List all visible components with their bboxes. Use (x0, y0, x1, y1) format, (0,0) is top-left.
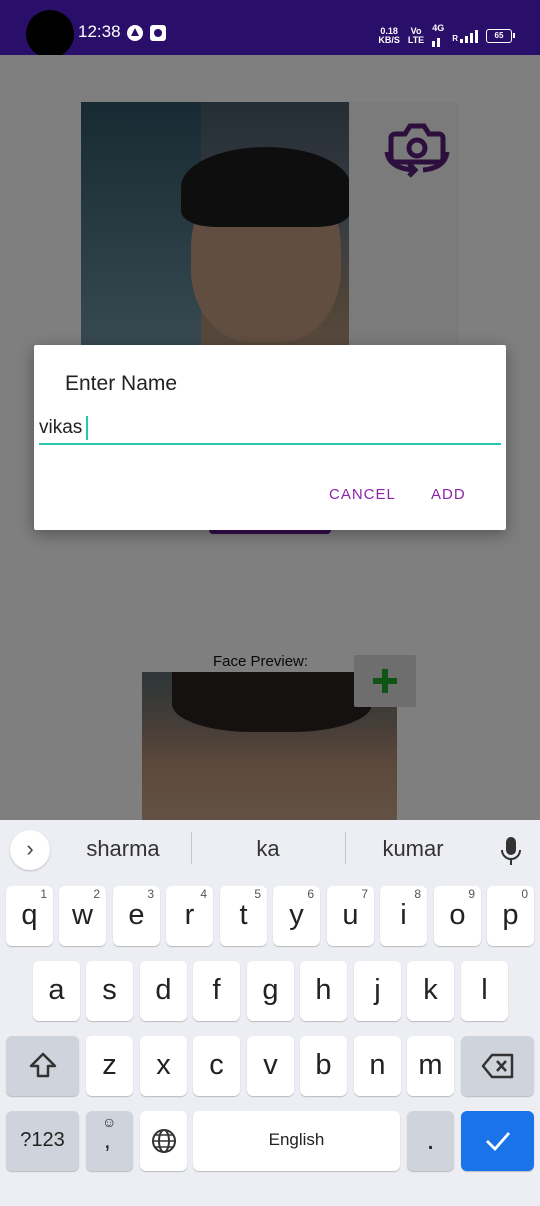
battery-icon: 65 (486, 28, 515, 43)
globe-icon (151, 1129, 176, 1153)
key-d[interactable]: d (140, 961, 187, 1021)
shift-arrow-icon (29, 1052, 56, 1078)
dialog-title: Enter Name (65, 372, 178, 395)
space-key[interactable]: English (193, 1111, 400, 1171)
soft-keyboard: › sharma ka kumar q1 w2 e3 r4 t5 y6 u7 i… (0, 820, 540, 1206)
key-f[interactable]: f (193, 961, 240, 1021)
front-camera-cutout (26, 10, 74, 58)
key-h[interactable]: h (300, 961, 347, 1021)
network-speed: 0.18 KB/S (378, 25, 400, 45)
mobile-data-icon: 4G (432, 24, 444, 47)
suggestion-2[interactable]: ka (198, 836, 338, 862)
suggestion-bar: › sharma ka kumar (0, 820, 540, 880)
symbols-key[interactable]: ?123 (6, 1111, 79, 1171)
key-m[interactable]: m (407, 1036, 454, 1096)
suggestion-1[interactable]: sharma (53, 836, 193, 862)
status-time: 12:38 (78, 22, 121, 41)
name-input[interactable]: vikas (39, 413, 501, 445)
key-w[interactable]: w2 (59, 886, 106, 946)
signal-strength-icon: R (452, 29, 478, 43)
key-e[interactable]: e3 (113, 886, 160, 946)
checkmark-icon (485, 1132, 510, 1152)
cancel-button[interactable]: CANCEL (329, 486, 396, 503)
key-c[interactable]: c (193, 1036, 240, 1096)
key-x[interactable]: x (140, 1036, 187, 1096)
key-z[interactable]: z (86, 1036, 133, 1096)
key-q[interactable]: q1 (6, 886, 53, 946)
key-g[interactable]: g (247, 961, 294, 1021)
key-b[interactable]: b (300, 1036, 347, 1096)
name-input-value: vikas (39, 417, 83, 438)
key-n[interactable]: n (354, 1036, 401, 1096)
done-key[interactable] (461, 1111, 534, 1171)
key-y[interactable]: y6 (273, 886, 320, 946)
shift-key[interactable] (6, 1036, 79, 1096)
suggestion-3[interactable]: kumar (343, 836, 483, 862)
key-k[interactable]: k (407, 961, 454, 1021)
volte-icon: Vo LTE (407, 25, 425, 45)
language-key[interactable] (140, 1111, 187, 1171)
status-bar: 12:38 0.18 KB/S Vo LTE 4G R 65 (0, 0, 540, 58)
add-button[interactable]: ADD (431, 486, 466, 503)
key-p[interactable]: p0 (487, 886, 534, 946)
text-cursor (86, 416, 89, 440)
backspace-icon (481, 1053, 513, 1079)
microphone-icon[interactable] (500, 836, 522, 866)
key-t[interactable]: t5 (220, 886, 267, 946)
key-r[interactable]: r4 (166, 886, 213, 946)
chevron-right-icon[interactable]: › (10, 830, 50, 870)
key-s[interactable]: s (86, 961, 133, 1021)
emoji-comma-key[interactable]: ☺ , (86, 1111, 133, 1171)
key-o[interactable]: o9 (434, 886, 481, 946)
key-i[interactable]: i8 (380, 886, 427, 946)
notification-settings-icon (150, 25, 166, 41)
enter-name-dialog: Enter Name vikas CANCEL ADD (34, 345, 506, 530)
notification-app-icon (127, 25, 143, 41)
key-u[interactable]: u7 (327, 886, 374, 946)
status-indicators: 0.18 KB/S Vo LTE 4G R 65 (378, 24, 515, 47)
key-j[interactable]: j (354, 961, 401, 1021)
backspace-key[interactable] (461, 1036, 534, 1096)
key-a[interactable]: a (33, 961, 80, 1021)
key-l[interactable]: l (461, 961, 508, 1021)
key-v[interactable]: v (247, 1036, 294, 1096)
period-key[interactable]: . (407, 1111, 454, 1171)
